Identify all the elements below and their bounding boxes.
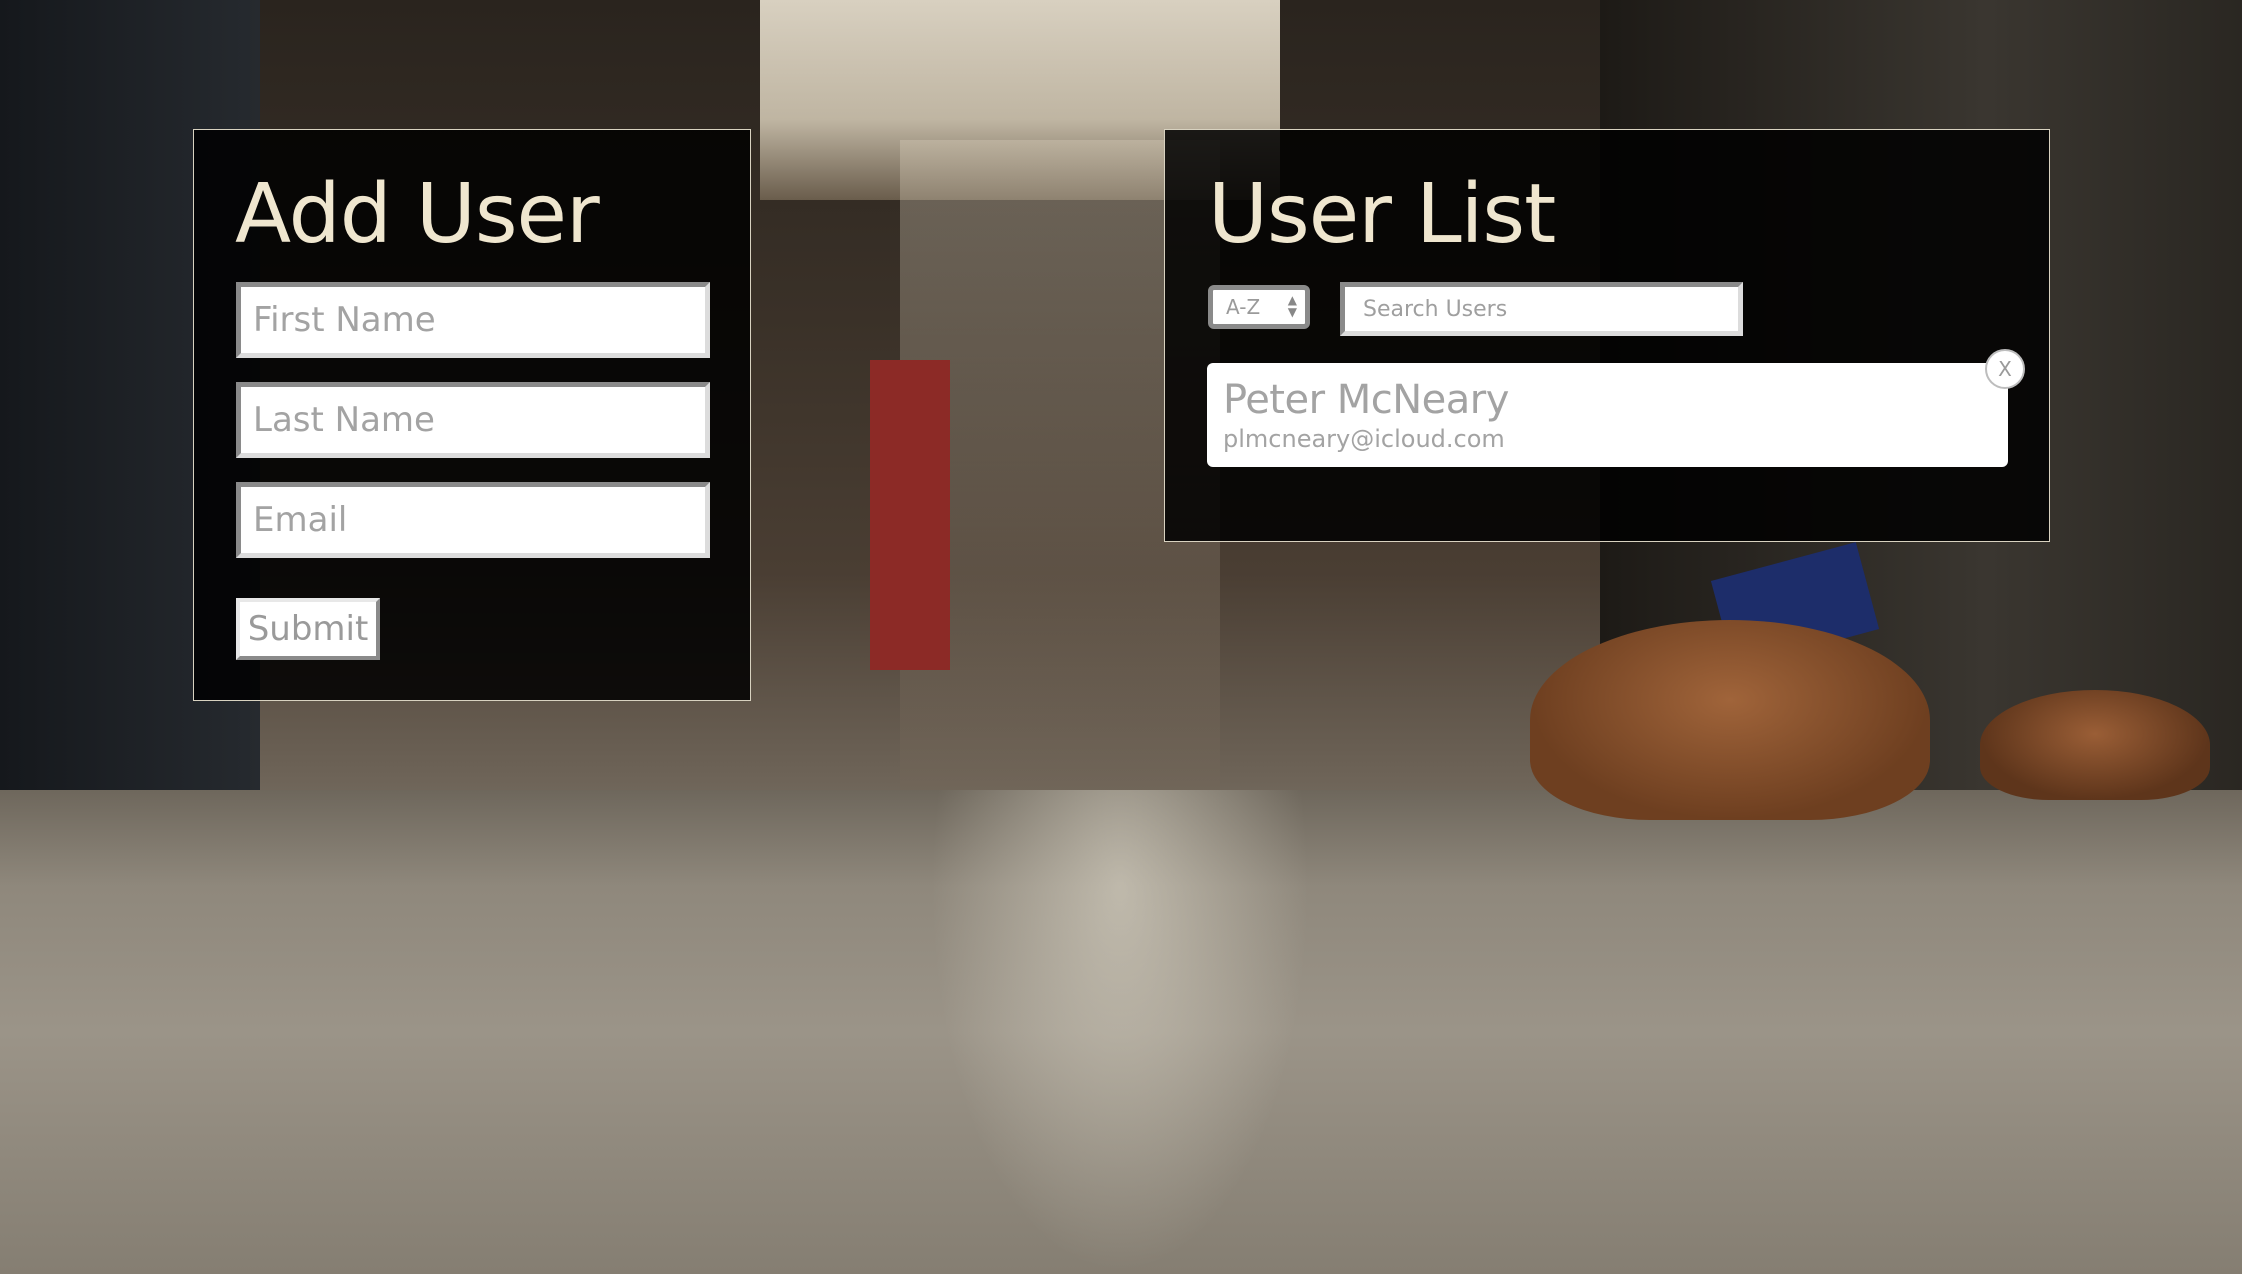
add-user-panel: Add User Submit [193,129,751,701]
last-name-input[interactable] [236,382,710,458]
brown-shoe-2 [1980,690,2210,800]
user-list-title: User List [1208,167,1556,262]
sort-select[interactable]: A-Z ▲ ▼ [1208,285,1310,329]
first-name-input[interactable] [236,282,710,358]
floor-glow [930,790,1310,1274]
red-door-panel [870,360,950,670]
user-list-item: Peter McNeary plmcneary@icloud.com [1207,363,2008,467]
search-users-input[interactable] [1340,282,1743,336]
sort-select-value: A-Z [1226,295,1261,319]
submit-button[interactable]: Submit [236,598,380,660]
user-name: Peter McNeary [1223,377,1509,423]
select-arrows-icon: ▲ ▼ [1287,293,1297,319]
brown-shoe [1530,620,1930,820]
user-email: plmcneary@icloud.com [1223,425,1505,453]
user-list-panel: User List A-Z ▲▼ Peter McNeary plmcneary… [1164,129,2050,542]
add-user-title: Add User [235,167,600,262]
delete-user-button[interactable]: X [1985,349,2025,389]
email-input[interactable] [236,482,710,558]
